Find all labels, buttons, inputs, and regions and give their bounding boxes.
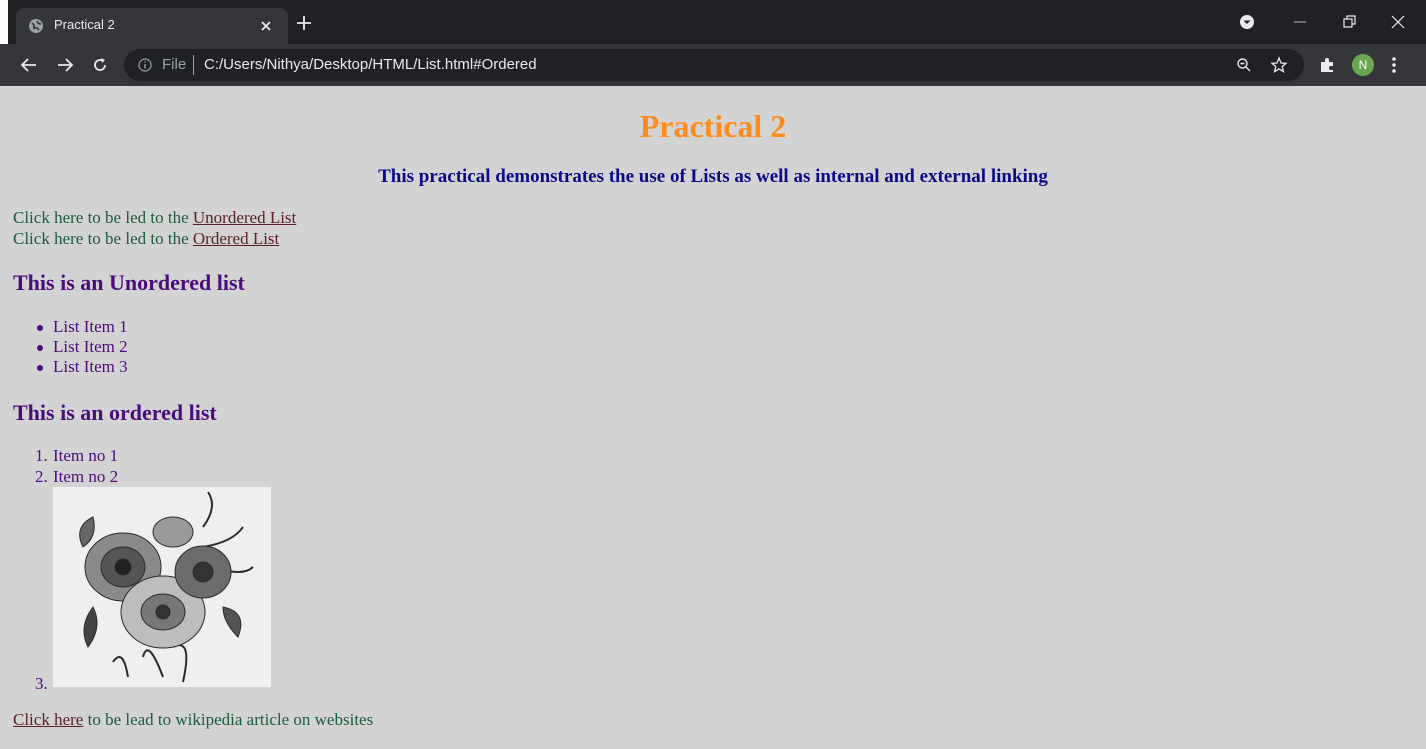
list-bullet bbox=[37, 365, 43, 371]
nav-line-prefix: Click here to be led to the bbox=[13, 208, 193, 227]
extensions-puzzle-icon[interactable] bbox=[1318, 56, 1336, 74]
footer-text: to be lead to wikipedia article on websi… bbox=[83, 710, 374, 729]
list-item: List Item 3 bbox=[53, 357, 128, 376]
tab-search-icon[interactable] bbox=[1237, 12, 1257, 32]
ordered-marker: 2. bbox=[35, 467, 48, 486]
url-text[interactable]: C:/Users/Nithya/Desktop/HTML/List.html#O… bbox=[204, 56, 537, 73]
info-icon[interactable] bbox=[138, 58, 152, 72]
list-item: List Item 1 bbox=[53, 317, 128, 336]
ordered-list-heading: This is an ordered list bbox=[13, 400, 217, 425]
footer-line: Click here to be lead to wikipedia artic… bbox=[13, 710, 373, 730]
forward-arrow-icon[interactable] bbox=[56, 56, 74, 74]
ordered-list-link[interactable]: Ordered List bbox=[193, 229, 279, 248]
url-scheme-label: File bbox=[162, 56, 187, 73]
close-window-icon[interactable] bbox=[1388, 12, 1408, 32]
page-subtitle: This practical demonstrates the use of L… bbox=[378, 166, 1048, 187]
ordered-marker: 1. bbox=[35, 446, 48, 465]
unordered-list-link[interactable]: Unordered List bbox=[193, 208, 296, 227]
close-tab-icon[interactable] bbox=[258, 18, 274, 34]
back-arrow-icon[interactable] bbox=[20, 56, 38, 74]
browser-toolbar: File C:/Users/Nithya/Desktop/HTML/List.h… bbox=[0, 44, 1426, 86]
list-item: List Item 2 bbox=[53, 337, 128, 356]
unordered-list-heading: This is an Unordered list bbox=[13, 270, 245, 295]
url-separator bbox=[193, 55, 194, 75]
new-tab-icon[interactable] bbox=[295, 14, 313, 32]
tab-title: Practical 2 bbox=[54, 17, 115, 32]
profile-avatar[interactable]: N bbox=[1352, 54, 1374, 76]
restore-icon[interactable] bbox=[1339, 12, 1359, 32]
bookmark-star-icon[interactable] bbox=[1270, 56, 1288, 74]
ordered-marker: 3. bbox=[35, 674, 48, 693]
globe-icon bbox=[29, 19, 43, 33]
window-edge bbox=[0, 0, 8, 44]
more-menu-icon[interactable] bbox=[1390, 56, 1398, 74]
wikipedia-link[interactable]: Click here bbox=[13, 710, 83, 729]
ordered-item: Item no 2 bbox=[53, 467, 119, 486]
list-bullet bbox=[37, 345, 43, 351]
browser-titlebar: Practical 2 bbox=[0, 0, 1426, 44]
list-bullet bbox=[37, 325, 43, 331]
page-title: Practical 2 bbox=[639, 108, 787, 144]
minimize-icon[interactable] bbox=[1290, 12, 1310, 32]
address-bar[interactable]: File C:/Users/Nithya/Desktop/HTML/List.h… bbox=[124, 49, 1304, 81]
zoom-icon[interactable] bbox=[1236, 57, 1252, 73]
page-content: Practical 2 This practical demonstrates … bbox=[0, 86, 1426, 749]
browser-tab[interactable]: Practical 2 bbox=[16, 8, 288, 44]
nav-line-unordered: Click here to be led to the Unordered Li… bbox=[13, 208, 296, 228]
flower-bouquet-image bbox=[53, 487, 271, 687]
reload-icon[interactable] bbox=[91, 56, 109, 74]
ordered-item: Item no 1 bbox=[53, 446, 119, 465]
nav-line-prefix: Click here to be led to the bbox=[13, 229, 193, 248]
nav-line-ordered: Click here to be led to the Ordered List bbox=[13, 229, 279, 249]
